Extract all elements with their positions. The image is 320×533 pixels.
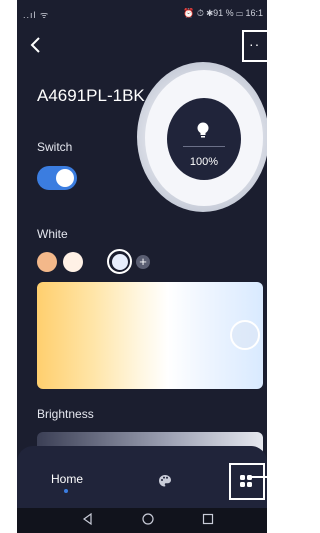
brightness-label: Brightness xyxy=(37,407,94,421)
palette-icon[interactable] xyxy=(158,474,172,488)
white-swatch-selected-ring[interactable] xyxy=(107,249,132,274)
more-dots-icon: ·· xyxy=(249,36,261,52)
white-swatch-cool xyxy=(111,253,128,270)
add-swatch-button[interactable]: + xyxy=(136,255,150,269)
switch-label: Switch xyxy=(37,140,73,154)
power-switch-toggle[interactable] xyxy=(37,166,77,190)
status-bar: ..ıl ᯤ ⏰ ⏱ ✱91 % ▭ 16:1 xyxy=(17,0,267,30)
callout-line xyxy=(248,476,267,478)
app-screen: ..ıl ᯤ ⏰ ⏱ ✱91 % ▭ 16:1 ·· A4691PL-1BK 1… xyxy=(17,0,267,533)
back-button[interactable] xyxy=(29,36,49,58)
white-swatch-neutral[interactable] xyxy=(63,252,83,272)
square-recent-icon[interactable] xyxy=(201,512,215,526)
brightness-percent: 100% xyxy=(189,156,219,168)
white-swatch-warm[interactable] xyxy=(37,252,57,272)
device-title: A4691PL-1BK xyxy=(37,86,145,105)
tab-active-indicator xyxy=(64,489,68,493)
signal-wifi-indicator: ..ıl ᯤ xyxy=(23,10,50,20)
ring-divider xyxy=(183,146,225,147)
more-options-button[interactable]: ·· xyxy=(242,30,267,62)
circle-home-icon[interactable] xyxy=(141,512,155,526)
tab-home[interactable]: Home xyxy=(47,472,87,486)
status-right-indicators: ⏰ ⏱ ✱91 % ▭ 16:1 xyxy=(183,8,263,18)
triangle-back-icon[interactable] xyxy=(81,512,95,526)
white-label: White xyxy=(37,227,68,241)
bulb-icon xyxy=(197,122,209,138)
switch-knob xyxy=(56,169,74,187)
color-temperature-thumb[interactable] xyxy=(230,320,260,350)
chevron-left-icon xyxy=(30,37,40,53)
